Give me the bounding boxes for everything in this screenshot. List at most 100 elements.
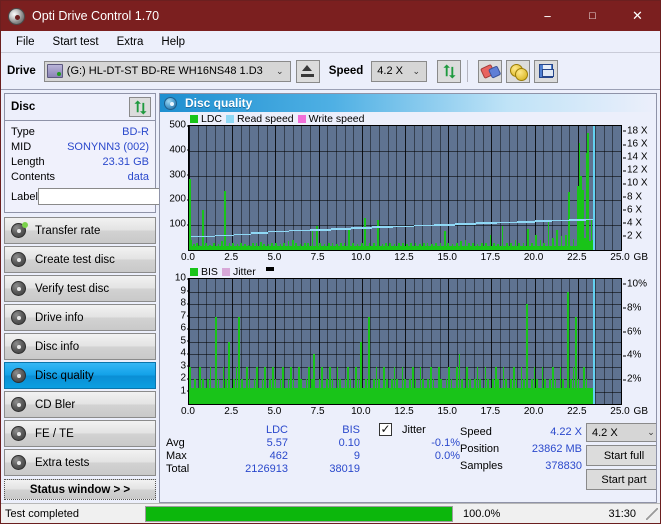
x-axis-tick: 5.0	[267, 252, 282, 263]
status-text: Test completed	[5, 507, 79, 520]
x-axis-tick: 2.5	[224, 406, 239, 417]
ldc-plot-wrap: 100 200 300 400 500 2 X4 X6 X 8 X 10 X 12 X 14 X…	[160, 120, 656, 251]
x-axis-unit: GB	[633, 406, 648, 417]
y2-axis-tick: 4 X	[622, 217, 643, 229]
drive-select-value: (G:) HL-DT-ST BD-RE WH16NS48 1.D3	[66, 65, 263, 77]
bis-jitter-axis: 2% 4% 6% 8% 10%	[622, 278, 656, 405]
x-axis-tick: 0.0	[181, 406, 195, 417]
jitter-checkbox[interactable]	[378, 422, 392, 436]
ldc-chart-legend: LDC Read speed Write speed	[188, 112, 656, 125]
y-axis-tick: 3	[180, 360, 190, 371]
y2-axis-tick: 12 X	[623, 164, 648, 176]
y2-axis-tick: 10 X	[623, 177, 648, 189]
grid-line-v	[353, 126, 355, 250]
x-axis-tick: 7.5	[310, 406, 325, 417]
bitsetting-button[interactable]	[506, 59, 531, 83]
refresh-button[interactable]	[437, 59, 462, 83]
grid-line-v	[344, 126, 346, 250]
minimize-button[interactable]: −	[525, 1, 570, 31]
sidebar-item-fe-te[interactable]: FE / TE	[4, 420, 156, 447]
chart-baseline	[189, 245, 594, 250]
x-axis-tick: 25.0	[610, 252, 630, 263]
sidebar-item-label: Drive info	[35, 311, 84, 324]
x-axis-tick: 2.5	[224, 252, 239, 263]
eject-button[interactable]	[295, 59, 320, 83]
y-axis-tick: 10	[174, 272, 191, 284]
disc-mid-value: SONYNN3 (002)	[67, 140, 149, 153]
speed-line-segment	[455, 223, 476, 225]
stats-max-bis: 9	[353, 450, 360, 462]
x-axis-tick: 0.0	[181, 252, 195, 263]
bis-plot-area[interactable]	[188, 278, 622, 405]
legend-item-ldc: LDC	[190, 113, 222, 125]
sidebar-item-drive-info[interactable]: Drive info	[4, 304, 156, 331]
grid-line-v	[448, 126, 450, 250]
disc-label-row: Label	[11, 186, 241, 207]
bis-x-axis: 0.0 2.5 5.0 7.5 10.0 12.5 15.0 17.5 20.0 22.5 25.0…	[181, 405, 648, 419]
menu-file[interactable]: File	[7, 34, 44, 50]
y-axis-tick: 4	[180, 347, 190, 359]
grid-line-h	[189, 291, 621, 293]
y2-axis-tick: 2%	[622, 373, 642, 385]
drive-select[interactable]: (G:) HL-DT-ST BD-RE WH16NS48 1.D3 ⌄	[43, 60, 291, 82]
maximize-button[interactable]: □	[570, 1, 615, 31]
menu-extra[interactable]: Extra	[108, 34, 153, 50]
stats-avg-jitter: -0.1%	[431, 437, 460, 449]
sidebar-item-extra-tests[interactable]: Extra tests	[4, 449, 156, 476]
disc-length-value: 23.31 GB	[102, 155, 149, 168]
legend-label-bis: BIS	[201, 265, 218, 278]
legend-label-read-speed: Read speed	[237, 112, 294, 125]
speed-line-segment	[214, 234, 234, 237]
save-button[interactable]	[534, 59, 559, 83]
ldc-plot-area[interactable]	[188, 125, 622, 251]
title-bar: Opti Drive Control 1.70 − □ ✕	[1, 1, 660, 31]
erase-button[interactable]	[478, 59, 503, 83]
run-controls: 4.2 X ⌄ Start full Start part	[586, 423, 656, 490]
legend-swatch-write-speed	[297, 114, 306, 123]
x-axis-tick: 25.0	[610, 406, 630, 417]
sidebar-item-label: Disc info	[35, 340, 80, 353]
sidebar-item-create-test-disc[interactable]: Create test disc	[4, 246, 156, 273]
statistics-table: LDC BIS Jitter Avg 5.57 0.10 -0.1% Max 4…	[166, 422, 460, 490]
bis-plot-wrap: 1 2 3 4 5 6 7 8 9 10 2% 4% 6% 8% 10%	[160, 273, 656, 405]
y-axis-tick: 9	[180, 285, 190, 296]
grid-line-v	[595, 126, 597, 250]
sidebar-item-disc-info[interactable]: Disc info	[4, 333, 156, 360]
sidebar-item-label: Disc quality	[35, 369, 94, 382]
grid-line-v	[474, 126, 476, 250]
status-window-button[interactable]: Status window > >	[4, 479, 156, 500]
stats-row-label: Total	[166, 463, 190, 475]
close-button[interactable]: ✕	[615, 1, 660, 31]
sidebar-item-transfer-rate[interactable]: Transfer rate	[4, 217, 156, 244]
sidebar-item-cd-bler[interactable]: CD Bler	[4, 391, 156, 418]
grid-line-v	[430, 126, 432, 250]
coins-icon	[509, 63, 528, 81]
run-samples-value: 378830	[545, 459, 582, 472]
sidebar-item-disc-quality[interactable]: Disc quality	[4, 362, 156, 389]
sidebar-item-verify-test-disc[interactable]: Verify test disc	[4, 275, 156, 302]
start-part-button[interactable]: Start part	[586, 469, 656, 490]
x-axis-tick: 12.5	[394, 252, 414, 263]
menu-help[interactable]: Help	[152, 34, 194, 50]
resize-grip-icon[interactable]	[646, 507, 658, 520]
grid-line-v	[508, 126, 510, 250]
chevron-down-icon: ⌄	[276, 65, 284, 76]
disc-refresh-button[interactable]	[129, 97, 151, 117]
grid-line-v	[551, 126, 553, 250]
floppy-save-icon	[539, 64, 555, 78]
y-axis-tick: 8	[180, 297, 190, 309]
x-axis-tick: 22.5	[567, 252, 587, 263]
grid-line-v	[232, 126, 234, 250]
test-speed-select[interactable]: 4.2 X ⌄	[586, 423, 656, 442]
stats-total-ldc: 2126913	[245, 463, 288, 475]
speed-line-segment	[289, 229, 310, 232]
y2-axis-tick: 6%	[622, 326, 642, 338]
speed-line-segment	[190, 235, 215, 238]
menu-start-test[interactable]: Start test	[44, 34, 108, 50]
start-full-button[interactable]: Start full	[586, 445, 656, 466]
y-axis-tick: 7	[180, 310, 190, 321]
speed-select[interactable]: 4.2 X ⌄	[371, 60, 428, 82]
disc-panel-header: Disc	[5, 94, 155, 121]
speed-line-segment	[534, 220, 552, 222]
grid-line-v	[439, 126, 441, 250]
